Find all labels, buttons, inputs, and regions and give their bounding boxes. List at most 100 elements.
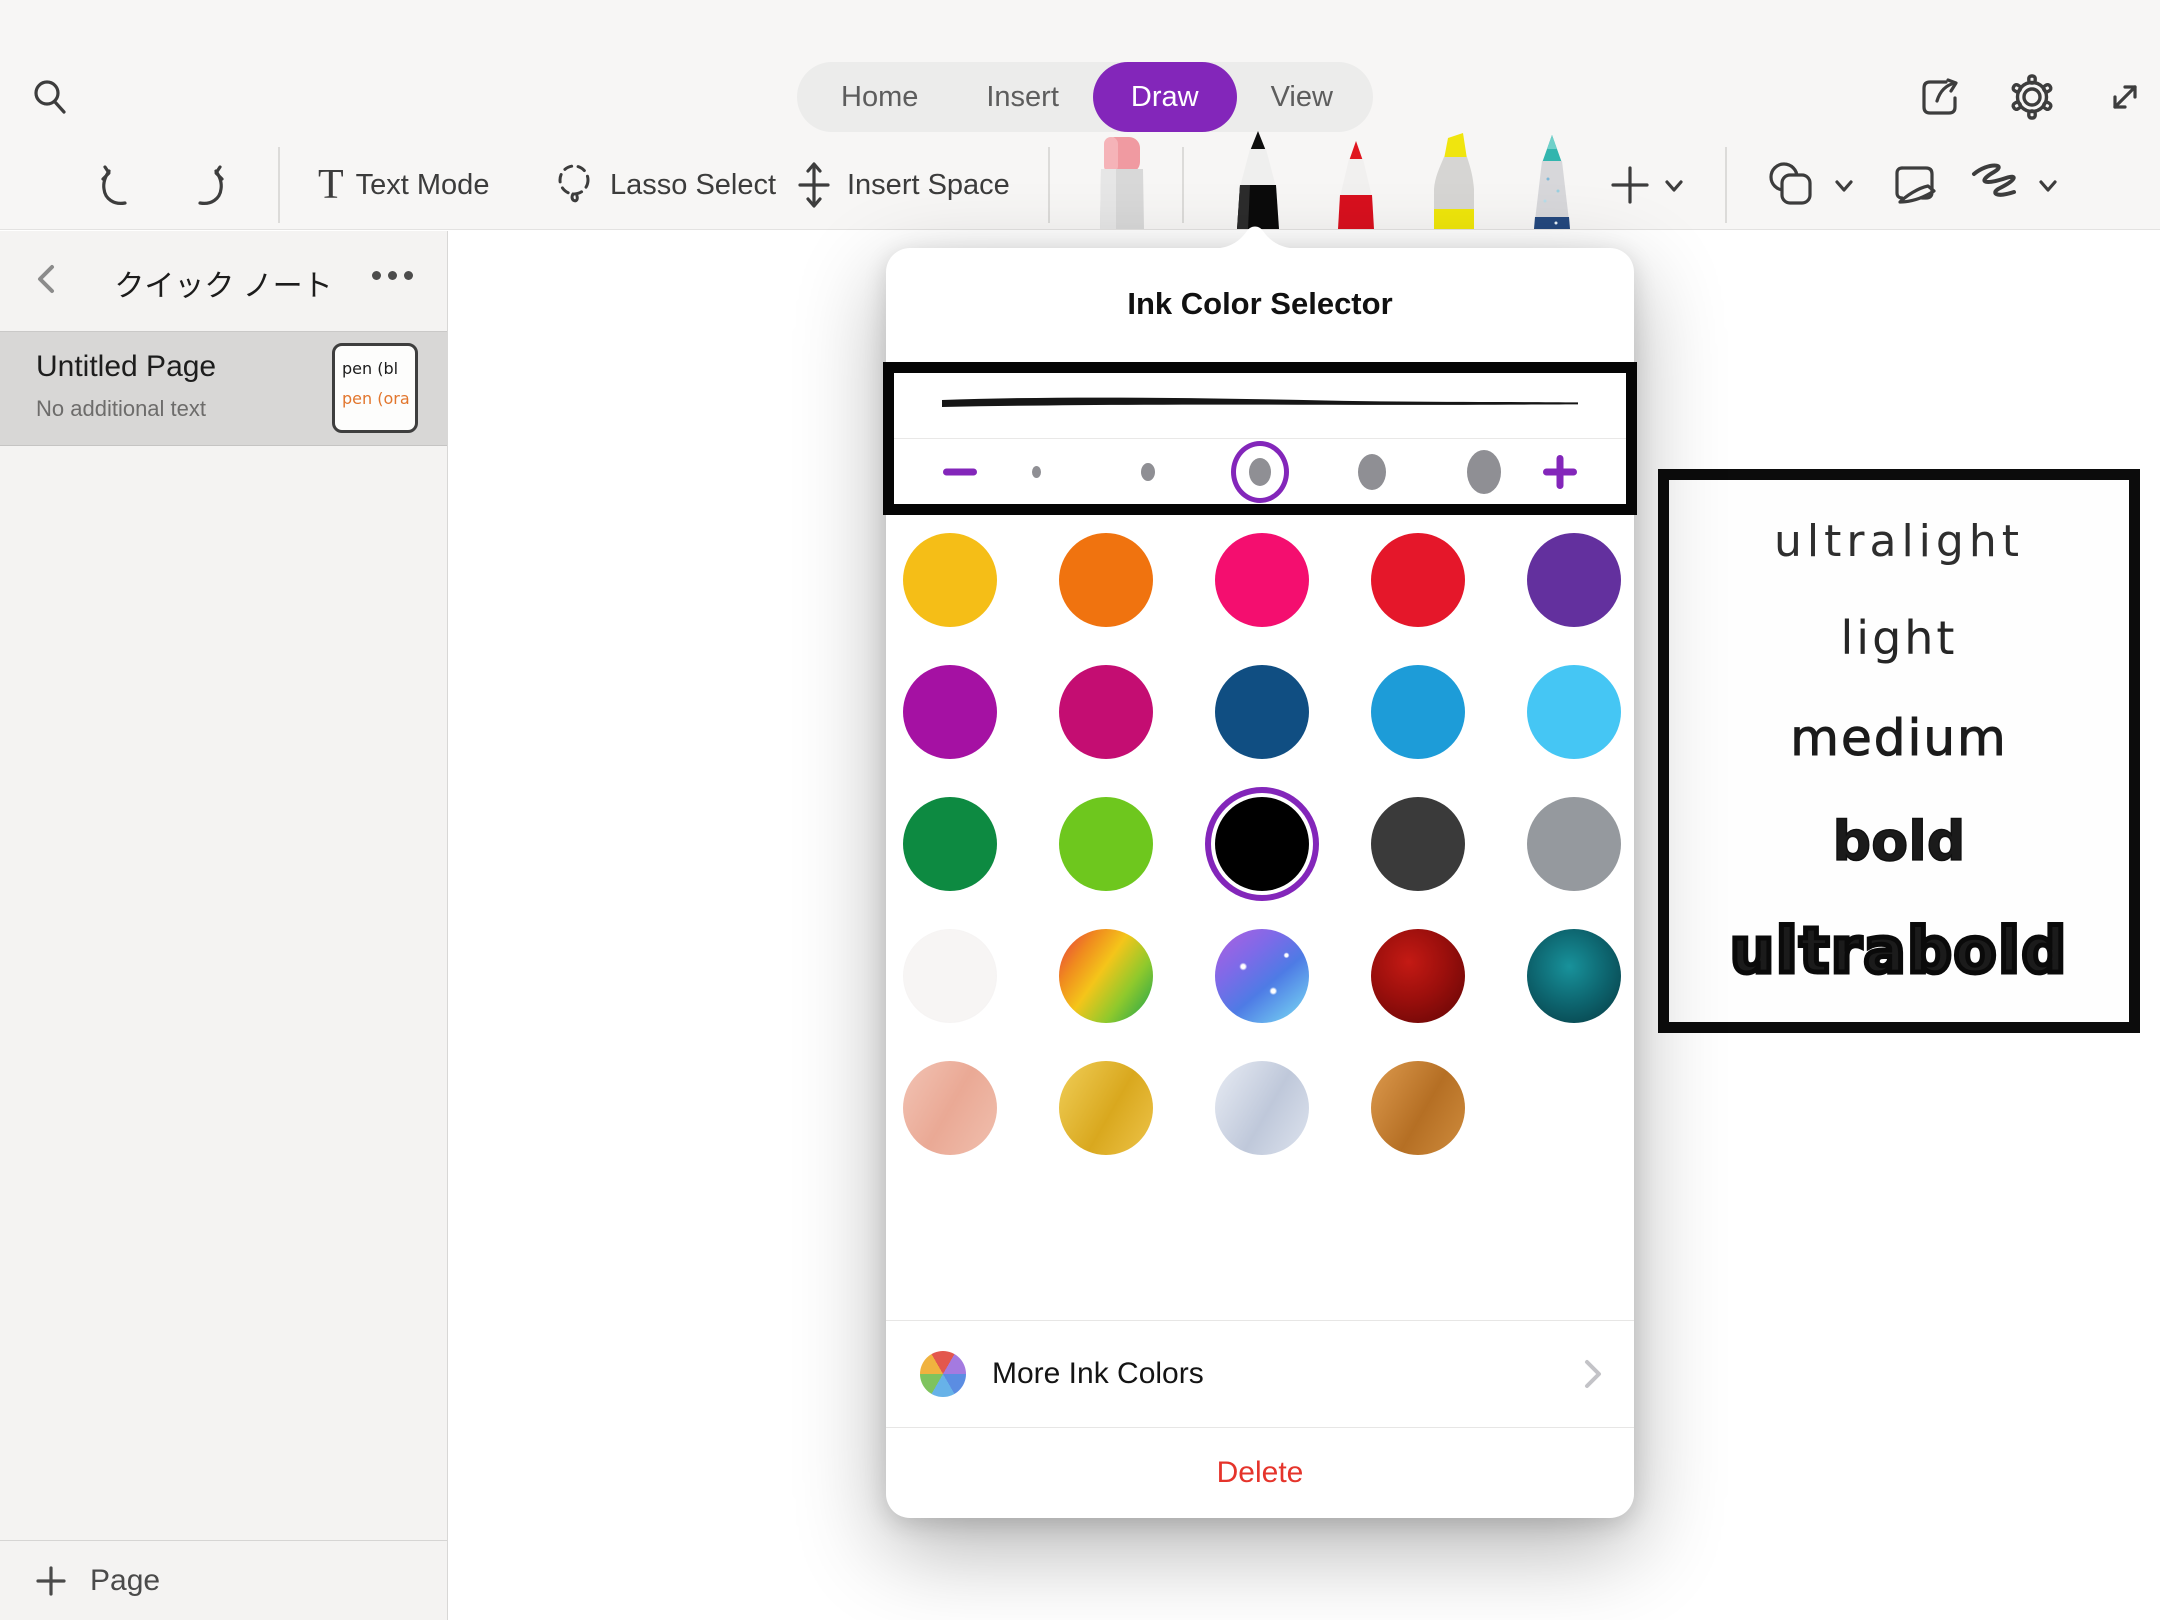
color-swatch-rainbow-glitter[interactable] [1059,929,1153,1023]
settings-button[interactable] [2008,73,2056,121]
chevron-down-icon [1662,173,1686,197]
color-swatch-black[interactable] [1215,797,1309,891]
color-swatch-gray[interactable] [1527,797,1621,891]
text-mode-button[interactable]: T Text Mode [318,140,489,230]
thickness-section [883,362,1637,515]
text-mode-label: Text Mode [356,169,490,202]
thickness-size-1[interactable] [1007,441,1065,503]
color-swatch-silver-metallic[interactable] [1215,1061,1309,1155]
search-button[interactable] [28,75,72,119]
color-swatch-purple[interactable] [1527,533,1621,627]
color-swatch-dark-pink[interactable] [1059,665,1153,759]
minus-icon [942,467,978,477]
add-pen-chevron[interactable] [1662,140,1686,230]
color-swatch-copper-metallic[interactable] [1371,1061,1465,1155]
onenote-app: HomeInsertDrawView [0,0,2160,1620]
color-swatch-white[interactable] [903,929,997,1023]
page-thumbnail: pen (blpen (ora [332,343,418,433]
redo-button[interactable] [182,140,230,230]
color-swatch-hot-pink[interactable] [1215,533,1309,627]
delete-pen-button[interactable]: Delete [886,1427,1634,1518]
color-swatch-galaxy[interactable] [1215,929,1309,1023]
color-swatch-gold[interactable] [903,533,997,627]
undo-button[interactable] [95,140,143,230]
page-subtitle: No additional text [36,396,206,422]
shapes-chevron[interactable] [1832,140,1856,230]
plus-icon [34,1564,68,1598]
color-swatch-blue[interactable] [1371,665,1465,759]
stroke-weight-samples-box: ultralightlightmediumboldultrabold [1658,469,2140,1033]
black-pen-icon [1226,129,1290,229]
notebook-more-button[interactable] [372,271,413,280]
black-pen-tool[interactable] [1226,129,1290,229]
weight-sample-ultrabold: ultrabold [1730,920,2068,982]
yellow-highlighter-tool[interactable] [1422,129,1486,229]
more-ink-colors-label: More Ink Colors [992,1357,1204,1391]
ink-effects-chevron[interactable] [2036,140,2060,230]
shapes-button[interactable] [1764,140,1820,230]
tab-view[interactable]: View [1237,62,1367,132]
thickness-size-4[interactable] [1343,441,1401,503]
color-swatch-red[interactable] [1371,533,1465,627]
color-swatch-dark-gray[interactable] [1371,797,1465,891]
thickness-size-2[interactable] [1119,441,1177,503]
color-swatch-red-marble[interactable] [1371,929,1465,1023]
insert-space-button[interactable]: Insert Space [793,140,1010,230]
color-swatch-rose-gold[interactable] [903,1061,997,1155]
tab-home[interactable]: Home [807,62,952,132]
share-button[interactable] [1916,73,1964,121]
color-swatch-magenta[interactable] [903,665,997,759]
redo-arrow-icon [182,161,230,209]
insert-space-label: Insert Space [847,169,1010,202]
fullscreen-button[interactable] [2101,73,2149,121]
add-pen-button[interactable] [1608,140,1652,230]
chevron-right-icon [1582,1356,1604,1392]
delete-label: Delete [1217,1456,1304,1490]
chevron-down-icon [2036,173,2060,197]
eraser-icon [1090,129,1154,229]
notebook-title: クイック ノート [0,261,447,305]
add-page-label: Page [90,1564,160,1598]
color-swatch-lime[interactable] [1059,797,1153,891]
color-swatch-orange[interactable] [1059,533,1153,627]
thumbnail-ink-line: pen (ora [342,384,415,414]
more-ink-colors-button[interactable]: More Ink Colors [886,1320,1634,1427]
ink-to-text-button[interactable] [1888,140,1942,230]
lasso-icon [552,160,598,210]
thickness-slider [894,439,1626,504]
red-pen-tool[interactable] [1324,129,1388,229]
thickness-size-3[interactable] [1231,441,1289,503]
eraser-tool[interactable] [1090,129,1154,229]
popup-title: Ink Color Selector [886,286,1634,322]
weight-sample-light: light [1841,615,1958,661]
share-icon [1917,74,1963,120]
red-pen-icon [1324,129,1388,229]
galaxy-pencil-tool[interactable] [1520,129,1584,229]
ink-to-text-icon [1888,158,1942,212]
shapes-icon [1764,159,1820,211]
color-swatch-sky-blue[interactable] [1527,665,1621,759]
lasso-select-button[interactable]: Lasso Select [552,140,776,230]
weight-sample-ultralight: ultralight [1774,520,2024,564]
ink-effects-button[interactable] [1966,140,2024,230]
tab-draw[interactable]: Draw [1093,62,1237,132]
settings-gear-icon [2009,74,2055,120]
add-page-button[interactable]: Page [0,1540,447,1620]
text-mode-icon: T [318,164,344,206]
tab-bar: HomeInsertDrawView [797,62,1373,132]
decrease-thickness-button[interactable] [940,452,980,492]
color-swatch-green[interactable] [903,797,997,891]
color-swatch-navy[interactable] [1215,665,1309,759]
color-wheel-icon [920,1351,966,1397]
page-list-item[interactable]: Untitled Page No additional text pen (bl… [0,331,447,446]
color-swatch-teal-marble[interactable] [1527,929,1621,1023]
color-swatch-gold-metallic[interactable] [1059,1061,1153,1155]
yellow-highlighter-icon [1422,129,1486,229]
increase-thickness-button[interactable] [1540,452,1580,492]
insert-space-icon [793,160,835,210]
tab-insert[interactable]: Insert [952,62,1093,132]
thumbnail-ink-line: pen (bl [342,354,415,384]
toolbar-divider [1182,147,1184,223]
thickness-dots [980,441,1540,503]
thickness-size-5[interactable] [1455,441,1513,503]
